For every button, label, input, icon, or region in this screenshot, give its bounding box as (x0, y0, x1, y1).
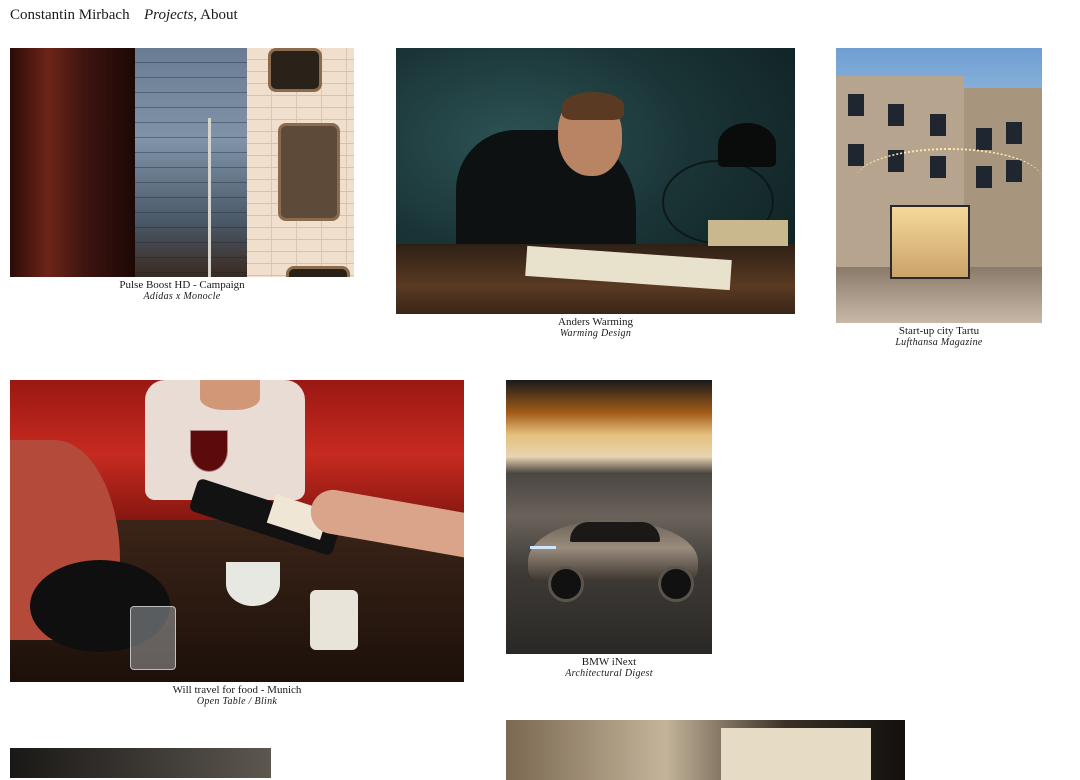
book-stack (708, 220, 788, 246)
project-title[interactable]: BMW iNext (506, 657, 712, 668)
project-photo[interactable] (10, 380, 464, 682)
building-window (848, 144, 864, 166)
project-subtitle: Adidas x Monocle (143, 291, 221, 302)
nav-projects-link[interactable]: Projects, (144, 7, 197, 23)
desk-lamp (718, 123, 776, 167)
project-photo[interactable] (396, 48, 795, 314)
project-subtitle: Warming Design (559, 328, 632, 339)
project-title[interactable]: Will travel for food - Munich (10, 685, 464, 696)
car-headlight (530, 546, 556, 549)
project-pulse-boost[interactable]: Pulse Boost HD - Campaign Adidas x Monoc… (10, 48, 354, 302)
fireplace-mantel (721, 728, 871, 780)
project-title[interactable]: Pulse Boost HD - Campaign (10, 280, 354, 291)
project-photo[interactable] (10, 48, 354, 277)
project-title[interactable]: Start-up city Tartu (836, 326, 1042, 337)
project-caption: Start-up city Tartu Lufthansa Magazine (836, 326, 1042, 349)
car-wheel (548, 566, 584, 602)
building-window (930, 114, 946, 136)
project-partial-right[interactable] (506, 720, 905, 780)
rounded-window (286, 266, 350, 277)
building-shadow (10, 48, 135, 277)
project-tartu[interactable]: Start-up city Tartu Lufthansa Magazine (836, 48, 1042, 348)
project-subtitle: Lufthansa Magazine (895, 337, 983, 348)
project-anders-warming[interactable]: Anders Warming Warming Design (396, 48, 795, 339)
project-photo[interactable] (836, 48, 1042, 323)
woman-neck (200, 380, 260, 410)
water-glass (130, 606, 176, 670)
car-wheel (658, 566, 694, 602)
building-window (888, 104, 904, 126)
project-subtitle: Open Table / Blink (196, 696, 278, 707)
project-caption: Will travel for food - Munich Open Table… (10, 685, 464, 708)
project-bmw-inext[interactable]: BMW iNext Architectural Digest (506, 380, 712, 679)
rounded-window (278, 123, 340, 221)
project-photo[interactable] (10, 748, 271, 778)
car-window (570, 522, 660, 542)
nav-links: Projects, About (144, 5, 238, 25)
nav-about-link[interactable]: About (200, 7, 238, 23)
building-window (848, 94, 864, 116)
glass-facade (135, 48, 247, 277)
salad-bowl (226, 562, 280, 606)
man-hair (562, 92, 624, 120)
project-will-travel-for-food[interactable]: Will travel for food - Munich Open Table… (10, 380, 464, 707)
site-brand-link[interactable]: Constantin Mirbach (10, 5, 130, 25)
project-subtitle: Architectural Digest (565, 668, 653, 679)
street-lamp (208, 118, 211, 277)
project-photo[interactable] (506, 380, 712, 654)
project-caption: BMW iNext Architectural Digest (506, 657, 712, 680)
building-window (1006, 122, 1022, 144)
project-photo[interactable] (506, 720, 905, 780)
project-partial-left[interactable] (10, 748, 271, 778)
project-title[interactable]: Anders Warming (396, 317, 795, 328)
fries-cup (310, 590, 358, 650)
project-caption: Anders Warming Warming Design (396, 317, 795, 340)
building-window (976, 128, 992, 150)
glass-entrance (890, 205, 970, 279)
string-lights (856, 148, 1042, 210)
project-caption: Pulse Boost HD - Campaign Adidas x Monoc… (10, 280, 354, 303)
rounded-window (268, 48, 322, 92)
wine-glass (190, 430, 228, 472)
